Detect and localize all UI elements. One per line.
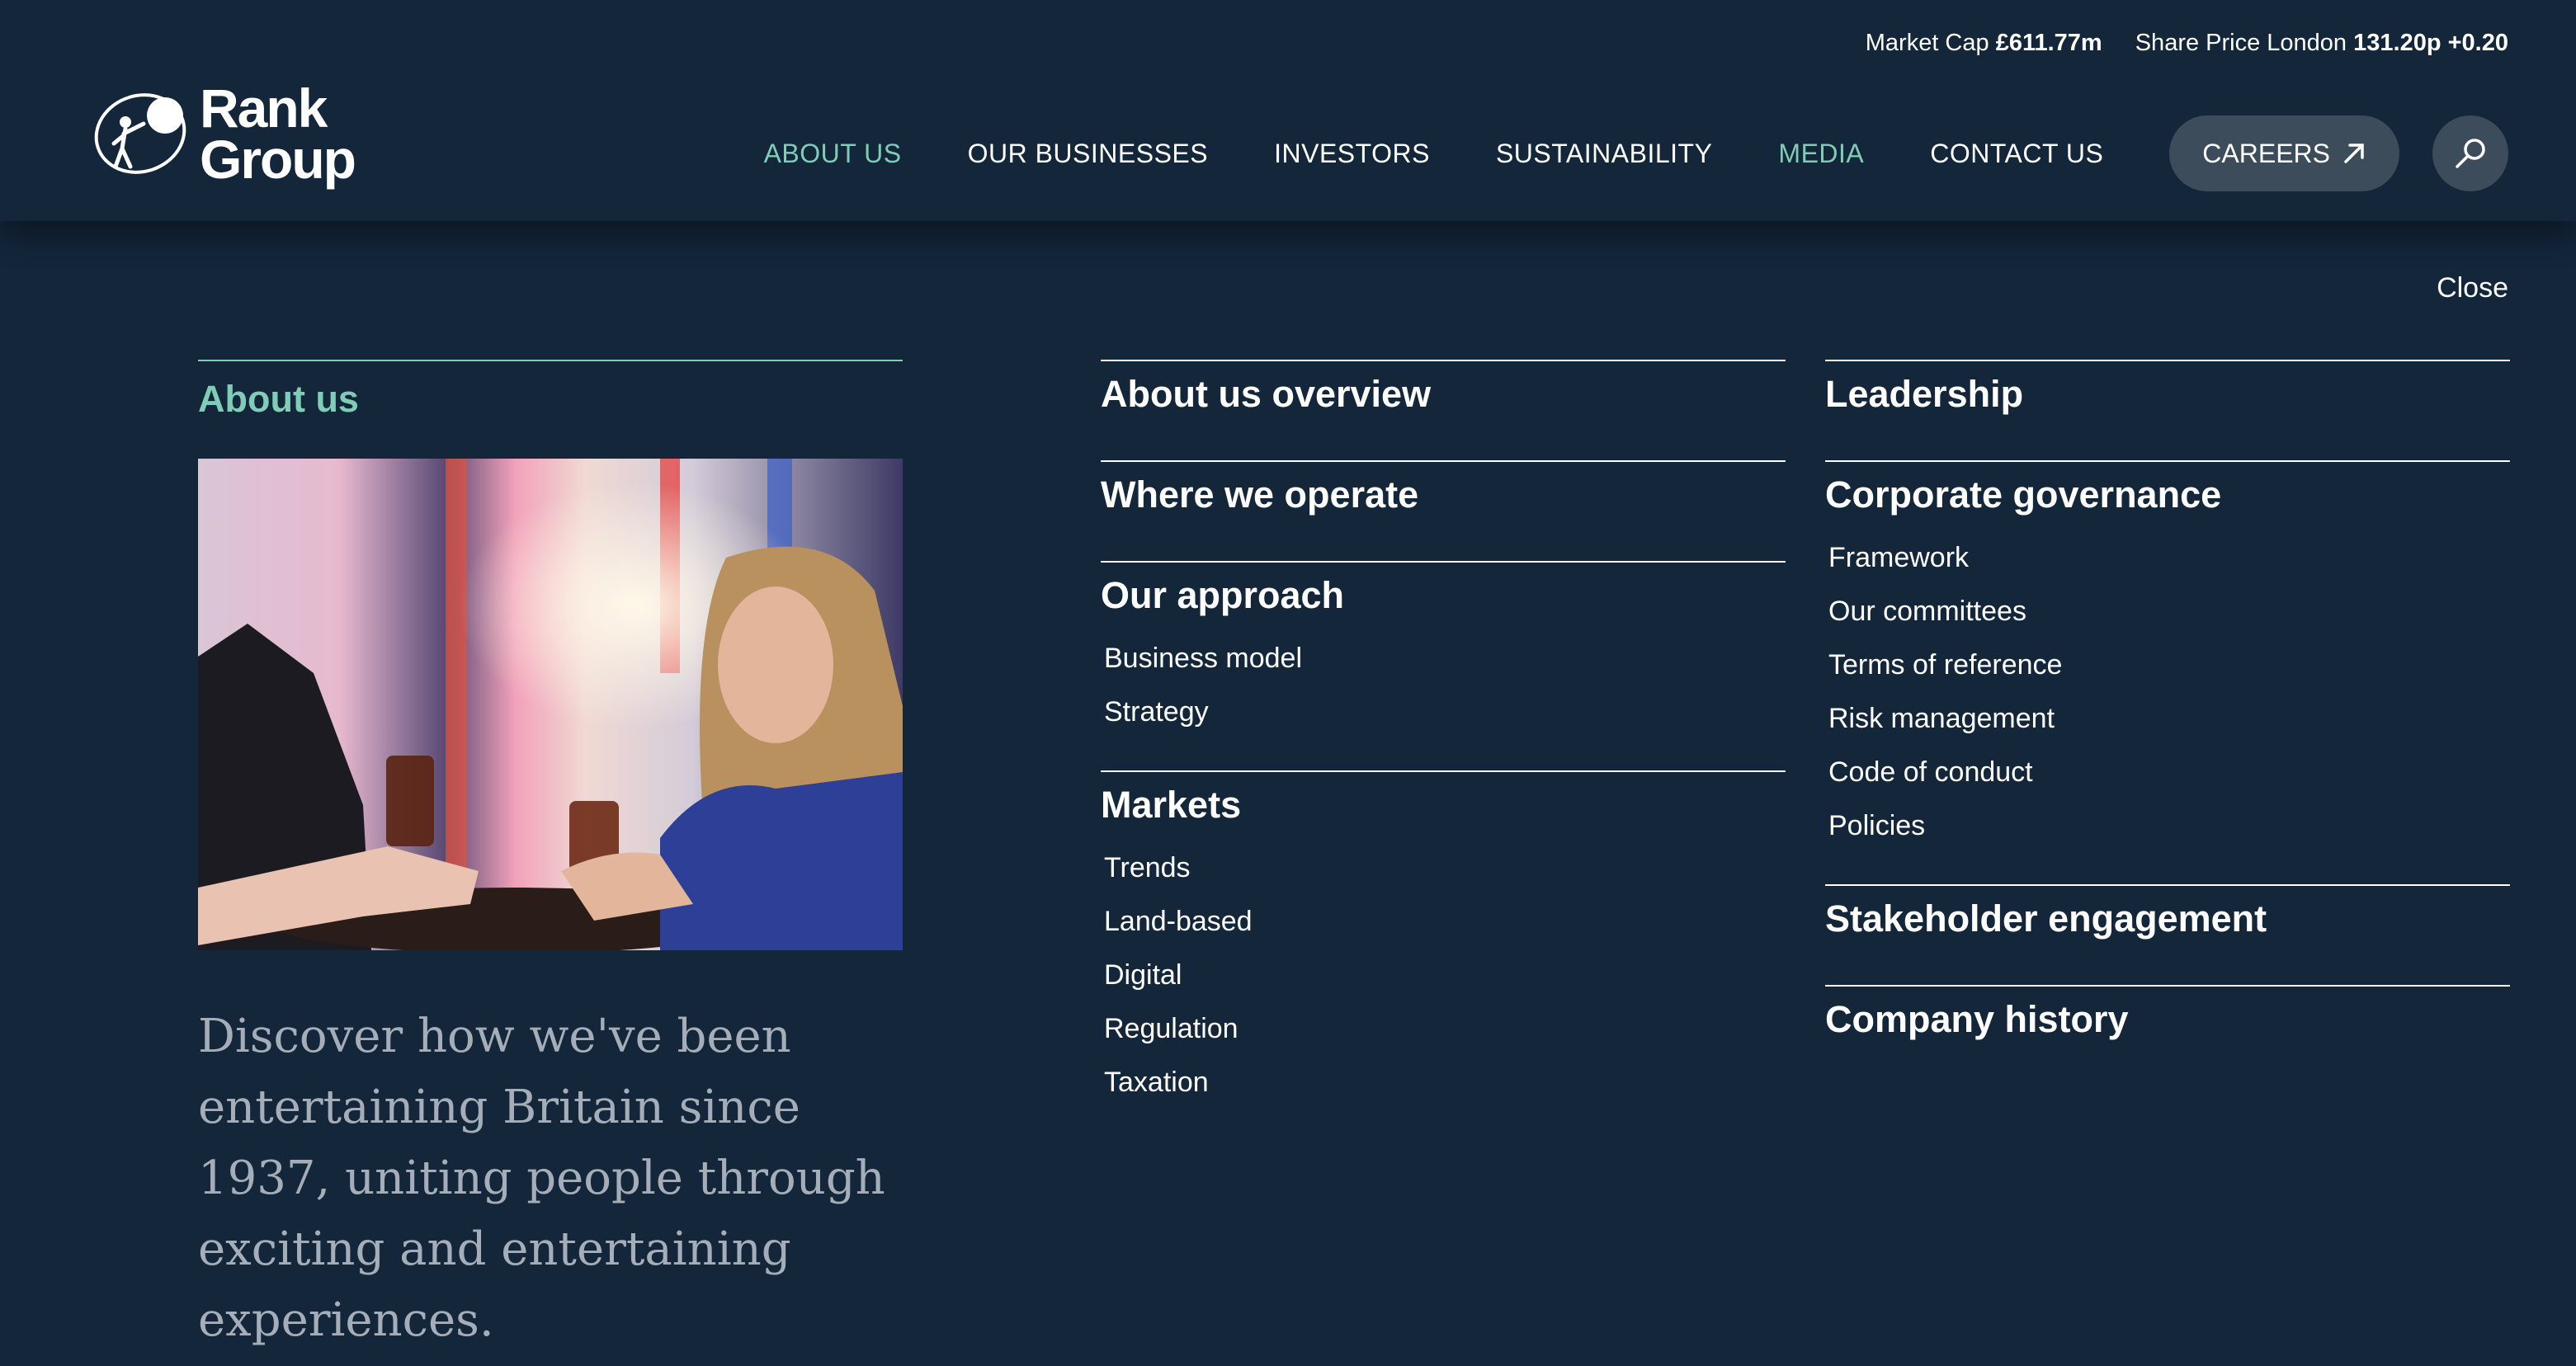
menu-intro-title[interactable]: About us <box>198 378 903 421</box>
submenu-link-code-of-conduct[interactable]: Code of conduct <box>1828 746 2510 799</box>
submenu-list: Business model Strategy <box>1101 632 1786 770</box>
menu-section: Where we operate <box>1101 460 1786 561</box>
menu-section: Stakeholder engagement <box>1825 884 2510 985</box>
submenu-list: Trends Land-based Digital Regulation Tax… <box>1101 841 1786 1141</box>
submenu-link-our-committees[interactable]: Our committees <box>1828 585 2510 638</box>
close-menu-button[interactable]: Close <box>2437 272 2508 304</box>
menu-column-1: About us overview Where we operate Our a… <box>1101 360 1786 1141</box>
submenu-link-strategy[interactable]: Strategy <box>1104 685 1786 739</box>
submenu-link-business-model[interactable]: Business model <box>1104 632 1786 685</box>
rank-group-logo[interactable]: Rank Group <box>91 78 356 190</box>
main-nav: ABOUT US OUR BUSINESSES INVESTORS SUSTAI… <box>764 115 2508 191</box>
menu-section: Corporate governance Framework Our commi… <box>1825 460 2510 884</box>
site-header: Market Cap £611.77m Share Price London 1… <box>0 0 2576 221</box>
submenu-link-risk-management[interactable]: Risk management <box>1828 692 2510 746</box>
menu-column-2: Leadership Corporate governance Framewor… <box>1825 360 2510 1086</box>
submenu-link-regulation[interactable]: Regulation <box>1104 1002 1786 1056</box>
share-price-value: 131.20p <box>2353 30 2442 56</box>
menu-section: Markets Trends Land-based Digital Regula… <box>1101 770 1786 1141</box>
submenu-link-land-based[interactable]: Land-based <box>1104 895 1786 949</box>
menu-section: About us overview <box>1101 360 1786 460</box>
logo-wordmark: Rank Group <box>200 78 356 190</box>
market-cap-value: £611.77m <box>1995 30 2102 56</box>
search-icon <box>2456 139 2485 168</box>
nav-media[interactable]: MEDIA <box>1778 139 1864 169</box>
menu-link-leadership[interactable]: Leadership <box>1825 373 2510 460</box>
external-arrow-icon <box>2344 144 2364 163</box>
menu-link-where-we-operate[interactable]: Where we operate <box>1101 473 1786 561</box>
search-button[interactable] <box>2432 115 2508 191</box>
nav-our-businesses[interactable]: OUR BUSINESSES <box>968 139 1209 169</box>
submenu-link-digital[interactable]: Digital <box>1104 949 1786 1002</box>
nav-about-us[interactable]: ABOUT US <box>764 139 902 169</box>
menu-intro-description: Discover how we've been entertaining Bri… <box>198 1010 885 1347</box>
menu-intro-panel: About us Discover how we've been enterta… <box>198 360 903 1356</box>
menu-link-corporate-governance[interactable]: Corporate governance <box>1825 473 2510 531</box>
nav-sustainability[interactable]: SUSTAINABILITY <box>1496 139 1712 169</box>
submenu-list: Framework Our committees Terms of refere… <box>1825 531 2510 884</box>
menu-section: Our approach Business model Strategy <box>1101 561 1786 770</box>
menu-section: Company history <box>1825 985 2510 1086</box>
careers-button[interactable]: CAREERS <box>2169 115 2399 191</box>
menu-link-our-approach[interactable]: Our approach <box>1101 574 1786 632</box>
market-cap: Market Cap £611.77m <box>1865 30 2102 56</box>
submenu-link-taxation[interactable]: Taxation <box>1104 1056 1786 1109</box>
submenu-link-framework[interactable]: Framework <box>1828 531 2510 585</box>
menu-link-about-us-overview[interactable]: About us overview <box>1101 373 1786 460</box>
casino-guest-image <box>198 459 903 950</box>
nav-investors[interactable]: INVESTORS <box>1274 139 1430 169</box>
menu-link-stakeholder-engagement[interactable]: Stakeholder engagement <box>1825 897 2510 985</box>
submenu-link-terms-of-reference[interactable]: Terms of reference <box>1828 638 2510 692</box>
intro-photo <box>198 459 903 950</box>
share-ticker: Market Cap £611.77m Share Price London 1… <box>1866 30 2508 57</box>
nav-contact-us[interactable]: CONTACT US <box>1930 139 2103 169</box>
submenu-link-policies[interactable]: Policies <box>1828 799 2510 853</box>
submenu-link-trends[interactable]: Trends <box>1104 841 1786 895</box>
menu-link-company-history[interactable]: Company history <box>1825 998 2510 1086</box>
share-price: Share Price London 131.20p +0.20 <box>2135 30 2508 56</box>
logo-emblem-icon <box>94 93 186 174</box>
menu-section: Leadership <box>1825 360 2510 460</box>
menu-link-markets[interactable]: Markets <box>1101 784 1786 841</box>
divider <box>198 360 903 361</box>
share-price-change: +0.20 <box>2447 30 2508 56</box>
